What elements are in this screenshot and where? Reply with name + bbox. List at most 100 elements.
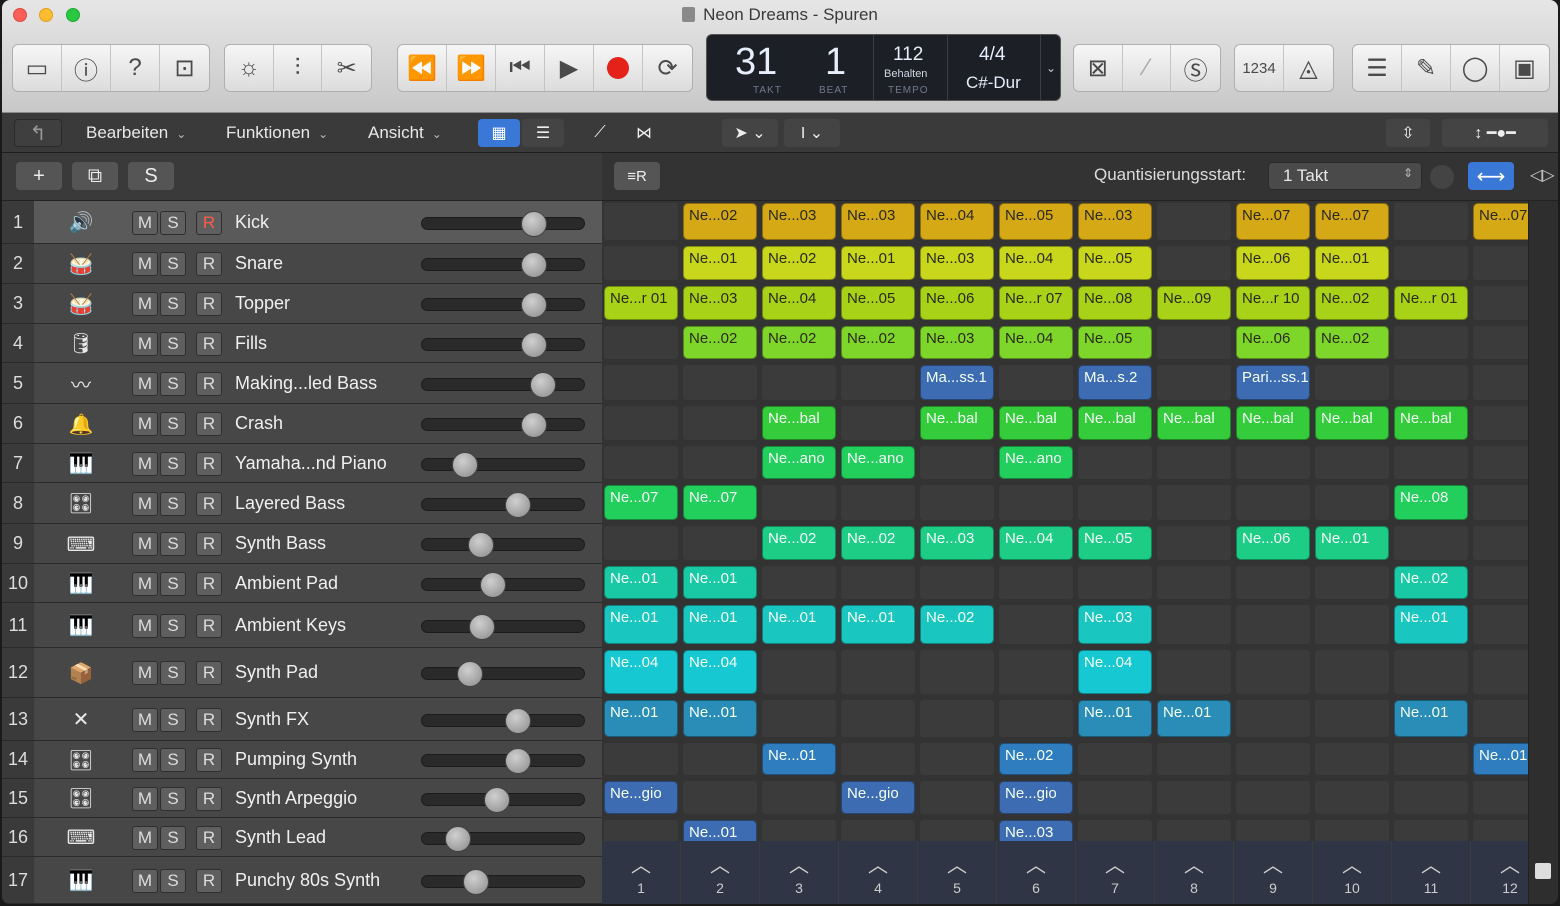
empty-cell[interactable]	[1394, 650, 1468, 694]
empty-cell[interactable]	[1315, 781, 1389, 814]
loop-cell[interactable]: Ne...06	[1236, 246, 1310, 280]
empty-cell[interactable]	[1236, 605, 1310, 644]
fader-knob[interactable]	[504, 707, 531, 734]
empty-cell[interactable]	[920, 781, 994, 814]
record-enable-button[interactable]: R	[196, 371, 222, 396]
track-header-row[interactable]: 6 🔔 M S R Crash	[2, 404, 602, 444]
loop-cell[interactable]: Ne...01	[841, 246, 915, 280]
loop-cell[interactable]: Ne...01	[1157, 700, 1231, 737]
loop-cell[interactable]: Ne...bal	[762, 406, 836, 440]
loop-cell[interactable]: Ne...ano	[999, 446, 1073, 479]
track-header-row[interactable]: 8 🎛 M S R Layered Bass	[2, 483, 602, 524]
volume-fader[interactable]	[421, 571, 585, 598]
loop-cell[interactable]: Ne...03	[1078, 203, 1152, 240]
loop-cell[interactable]: Ne...gio	[604, 781, 678, 814]
empty-cell[interactable]	[1157, 365, 1231, 400]
solo-button[interactable]: S	[160, 661, 186, 685]
track-header-row[interactable]: 10 🎹 M S R Ambient Pad	[2, 564, 602, 603]
empty-cell[interactable]	[1078, 566, 1152, 599]
scissors-icon[interactable]: ✂	[322, 45, 371, 91]
mute-button[interactable]: M	[132, 825, 158, 850]
volume-fader[interactable]	[421, 491, 585, 518]
loop-cell[interactable]: Ne...01	[683, 820, 757, 841]
fader-knob[interactable]	[504, 748, 531, 774]
text-tool-icon[interactable]: I ⌄	[784, 119, 840, 147]
loop-cell[interactable]: Ma...s.2	[1078, 365, 1152, 400]
loop-cell[interactable]: Ne...05	[841, 286, 915, 320]
help-icon[interactable]: ?	[111, 45, 160, 91]
fader-knob[interactable]	[521, 210, 548, 237]
metronome-icon[interactable]: ◬	[1284, 45, 1333, 91]
track-name[interactable]: Making...led Bass	[235, 373, 377, 394]
vertical-zoom-slider[interactable]: ↕ ━●━	[1442, 119, 1548, 147]
fader-knob[interactable]	[479, 571, 506, 598]
volume-fader[interactable]	[421, 331, 585, 358]
volume-fader[interactable]	[421, 210, 585, 237]
loop-cell[interactable]: Ne...02	[1315, 286, 1389, 320]
resize-horizontal-icon[interactable]: ⟷	[1468, 162, 1514, 190]
volume-fader[interactable]	[421, 786, 585, 813]
loop-cell[interactable]: Ne...03	[841, 203, 915, 240]
loop-cell[interactable]: Ne...09	[1157, 286, 1231, 320]
empty-cell[interactable]	[1236, 650, 1310, 694]
empty-cell[interactable]	[920, 743, 994, 775]
loop-cell[interactable]: Ne...05	[1078, 526, 1152, 560]
fader-knob[interactable]	[529, 371, 556, 398]
empty-cell[interactable]	[1315, 365, 1389, 400]
loop-cell[interactable]: Ne...bal	[1078, 406, 1152, 440]
empty-cell[interactable]	[762, 820, 836, 841]
empty-cell[interactable]	[1236, 700, 1310, 737]
loop-cell[interactable]: Ne...01	[683, 566, 757, 599]
empty-cell[interactable]	[762, 485, 836, 520]
loop-cell[interactable]: Ne...04	[999, 246, 1073, 280]
menu-view[interactable]: Ansicht ⌄	[368, 120, 442, 146]
empty-cell[interactable]	[1473, 446, 1528, 479]
mute-button[interactable]: M	[132, 707, 158, 732]
lcd-display[interactable]: 31 1 TAKT BEAT 112 Behalten TEMPO 4/4 C#…	[706, 34, 1061, 101]
empty-cell[interactable]	[604, 326, 678, 359]
loop-cell[interactable]: Ne...04	[1078, 650, 1152, 694]
empty-cell[interactable]	[1078, 446, 1152, 479]
loop-cell[interactable]: Ne...01	[604, 700, 678, 737]
empty-cell[interactable]	[1236, 446, 1310, 479]
solo-button[interactable]: S	[160, 371, 186, 396]
solo-button[interactable]: S	[160, 292, 186, 316]
loop-cell[interactable]: Ne...01	[1315, 246, 1389, 280]
volume-fader[interactable]	[421, 613, 585, 640]
loop-cell[interactable]: Ne...01	[841, 605, 915, 644]
loop-cell[interactable]: Ne...03	[1078, 605, 1152, 644]
loop-cell[interactable]: Ne...07	[1473, 203, 1528, 240]
loop-cell[interactable]: Ne...05	[999, 203, 1073, 240]
track-header-row[interactable]: 5 〰 M S R Making...led Bass	[2, 363, 602, 404]
empty-cell[interactable]	[1315, 446, 1389, 479]
empty-cell[interactable]	[1078, 820, 1152, 841]
empty-cell[interactable]	[1078, 781, 1152, 814]
volume-fader[interactable]	[421, 868, 585, 895]
fader-knob[interactable]	[452, 451, 479, 478]
loop-cell[interactable]: Ne...01	[1078, 700, 1152, 737]
track-header-row[interactable]: 2 🥁 M S R Snare	[2, 244, 602, 284]
empty-cell[interactable]	[604, 526, 678, 560]
record-icon[interactable]	[594, 45, 643, 91]
track-header-row[interactable]: 3 🥁 M S R Topper	[2, 284, 602, 324]
loop-cell[interactable]: Ne...01	[604, 566, 678, 599]
loop-cell[interactable]: Ne...07	[604, 485, 678, 520]
solo-button[interactable]: S	[160, 210, 186, 235]
empty-cell[interactable]	[999, 650, 1073, 694]
empty-cell[interactable]	[1394, 820, 1468, 841]
track-header-row[interactable]: 4 🛢 M S R Fills	[2, 324, 602, 363]
empty-cell[interactable]	[1473, 605, 1528, 644]
track-name[interactable]: Fills	[235, 333, 267, 354]
empty-cell[interactable]	[1157, 246, 1231, 280]
scene-trigger-button[interactable]: ︿ 4	[839, 841, 918, 904]
empty-cell[interactable]	[1157, 781, 1231, 814]
scene-trigger-button[interactable]: ︿ 8	[1155, 841, 1234, 904]
to-start-icon[interactable]: ⏮	[496, 45, 545, 91]
loop-cell[interactable]: Ne...06	[1236, 526, 1310, 560]
empty-cell[interactable]	[604, 203, 678, 240]
track-name[interactable]: Kick	[235, 212, 269, 233]
mute-button[interactable]: M	[132, 786, 158, 811]
solo-button[interactable]: S	[160, 491, 186, 516]
empty-cell[interactable]	[1473, 566, 1528, 599]
scene-trigger-button[interactable]: ︿ 5	[918, 841, 997, 904]
